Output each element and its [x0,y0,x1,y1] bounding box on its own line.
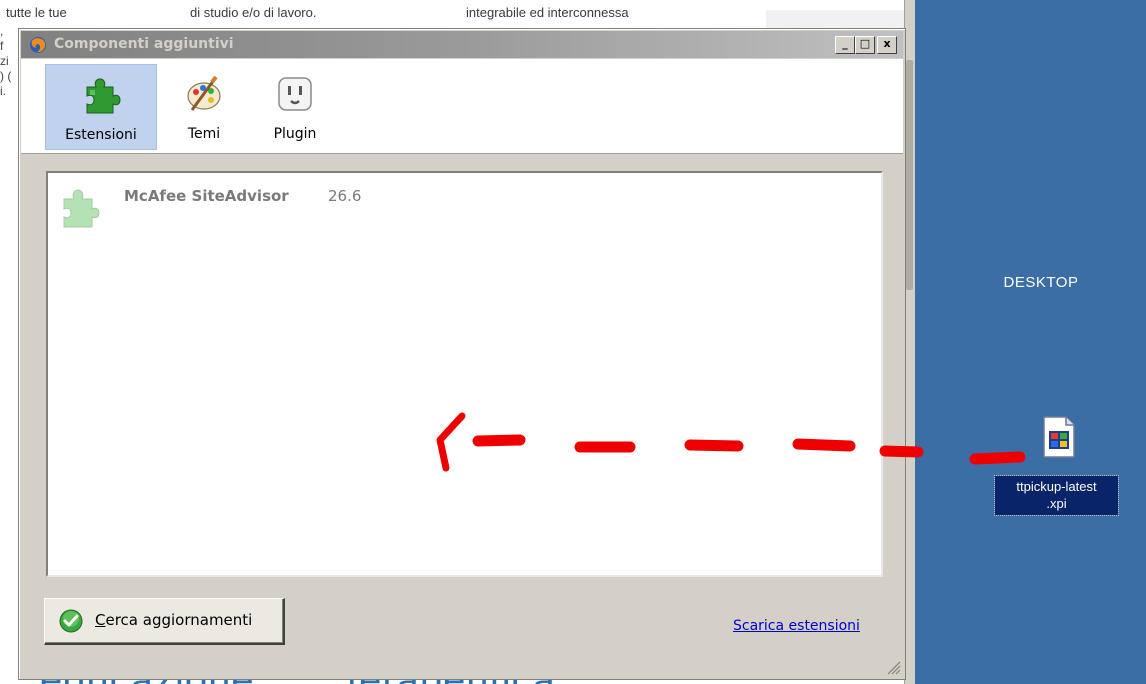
find-updates-label: Cerca aggiornamenti [95,611,252,629]
power-plug-icon [278,77,312,111]
bg-snippet-3: integrabile ed interconnessa [466,5,629,20]
tab-label: Temi [187,126,221,142]
desktop-area [915,0,1146,684]
firefox-icon [30,37,46,53]
find-updates-button[interactable]: Cerca aggiornamenti [44,598,285,645]
close-button[interactable]: x [877,36,897,54]
puzzle-piece-icon [86,78,121,114]
bg-snippet-2: di studio e/o di lavoro. [190,5,317,20]
list-item[interactable]: McAfee SiteAdvisor 26.6 [60,183,660,233]
background-scrollbar-thumb[interactable] [906,60,913,290]
extension-version: 26.6 [328,187,362,205]
bg-snippet-1: tutte le tue [6,5,67,20]
tab-temi[interactable]: Temi [169,64,239,148]
bg-fragment: zi [0,54,9,68]
bg-left-fragments: , f zi ) ( i. [0,24,20,99]
bg-fragment: , [0,24,4,38]
file-name-line2: .xpi [1046,496,1067,511]
tab-plugin[interactable]: Plugin [255,64,335,148]
extensions-list[interactable]: McAfee SiteAdvisor 26.6 [46,171,883,577]
addons-toolbar: Estensioni Temi Plugin [21,59,903,154]
find-updates-text: erca aggiornamenti [105,611,253,629]
get-extensions-link[interactable]: Scarica estensioni [733,618,860,634]
desktop-label: DESKTOP [1003,274,1079,291]
maximize-button[interactable]: □ [855,36,875,54]
xpi-file-name[interactable]: ttpickup-latest .xpi [994,475,1119,516]
tab-estensioni[interactable]: Estensioni [45,64,157,150]
puzzle-piece-icon [63,189,100,228]
addons-window: Componenti aggiuntivi _ □ x Estensioni T… [18,28,906,680]
bg-fragment: ) ( [0,69,12,83]
accesskey-letter: C [95,611,106,629]
tab-label: Estensioni [65,127,137,143]
tab-label: Plugin [273,126,317,142]
paint-palette-icon [187,75,221,111]
check-icon [59,609,83,633]
window-titlebar[interactable]: Componenti aggiuntivi _ □ x [21,31,903,58]
xpi-file-icon[interactable] [1036,415,1080,459]
bg-fragment: f [0,39,4,53]
resize-grip-icon[interactable] [885,659,901,675]
window-title: Componenti aggiuntivi [54,36,234,52]
minimize-button[interactable]: _ [835,36,855,54]
bg-fragment: i. [0,84,6,98]
file-name-line1: ttpickup-latest [1016,479,1097,494]
extension-name: McAfee SiteAdvisor [124,187,289,205]
